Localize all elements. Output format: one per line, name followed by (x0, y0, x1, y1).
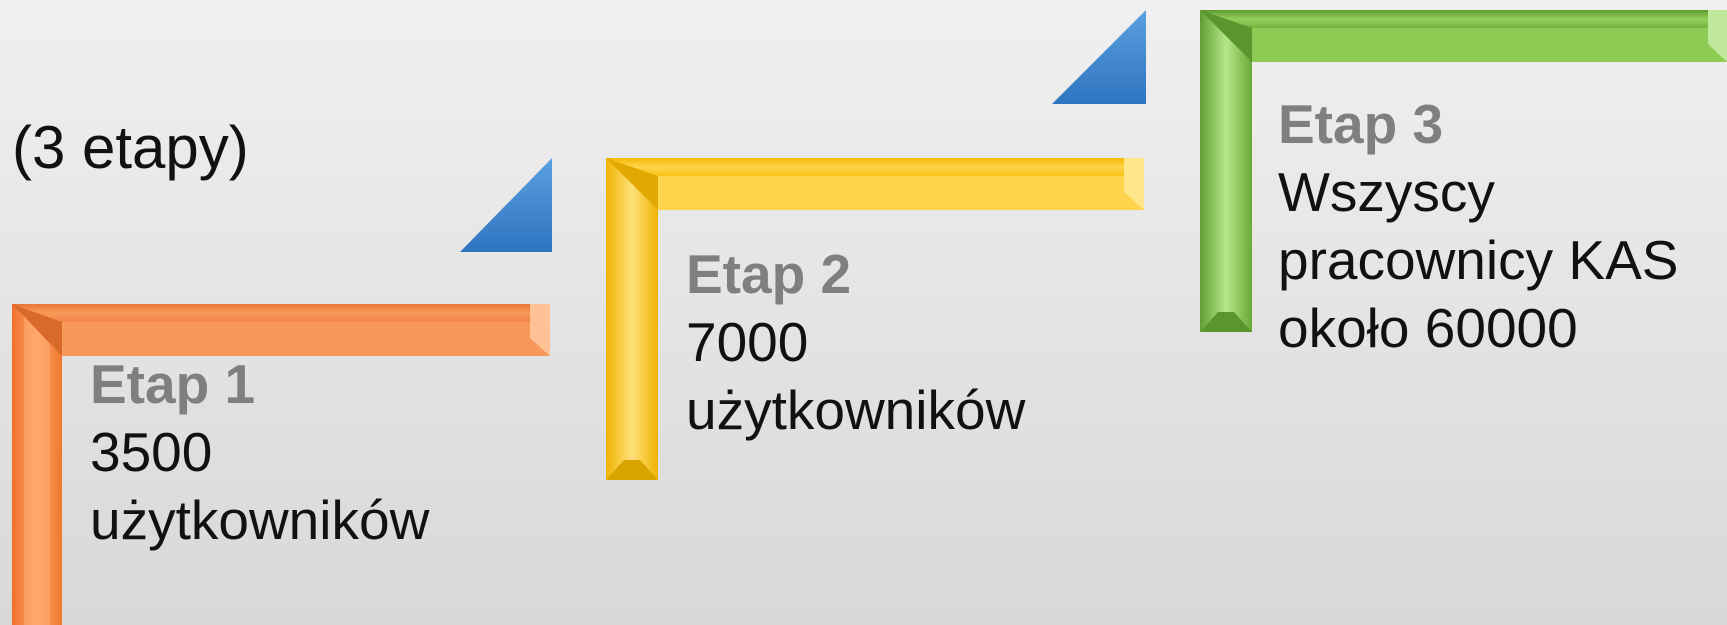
step-1-title: Etap 1 (90, 353, 256, 415)
step-2-count: 7000 (686, 311, 809, 373)
step-2-text: Etap 2 7000 użytkowników (686, 240, 1025, 444)
step-3-line-1: Wszyscy (1278, 161, 1495, 223)
step-3-title: Etap 3 (1278, 93, 1444, 155)
step-1-unit: użytkowników (90, 489, 430, 551)
step-1-arrow (460, 158, 552, 252)
diagram-subtitle: (3 etapy) (12, 114, 249, 181)
step-2-unit: użytkowników (686, 379, 1026, 441)
step-1-text: Etap 1 3500 użytkowników (90, 350, 429, 554)
staircase-diagram: (3 etapy) Etap 1 3500 użytkowników Etap … (0, 0, 1727, 625)
step-1-count: 3500 (90, 421, 213, 483)
step-2-arrow (1052, 10, 1146, 104)
step-3-line-2: pracownicy KAS (1278, 229, 1679, 291)
step-3-line-3: około 60000 (1278, 297, 1578, 359)
step-2-title: Etap 2 (686, 243, 852, 305)
step-3-text: Etap 3 Wszyscy pracownicy KAS około 6000… (1278, 90, 1678, 362)
